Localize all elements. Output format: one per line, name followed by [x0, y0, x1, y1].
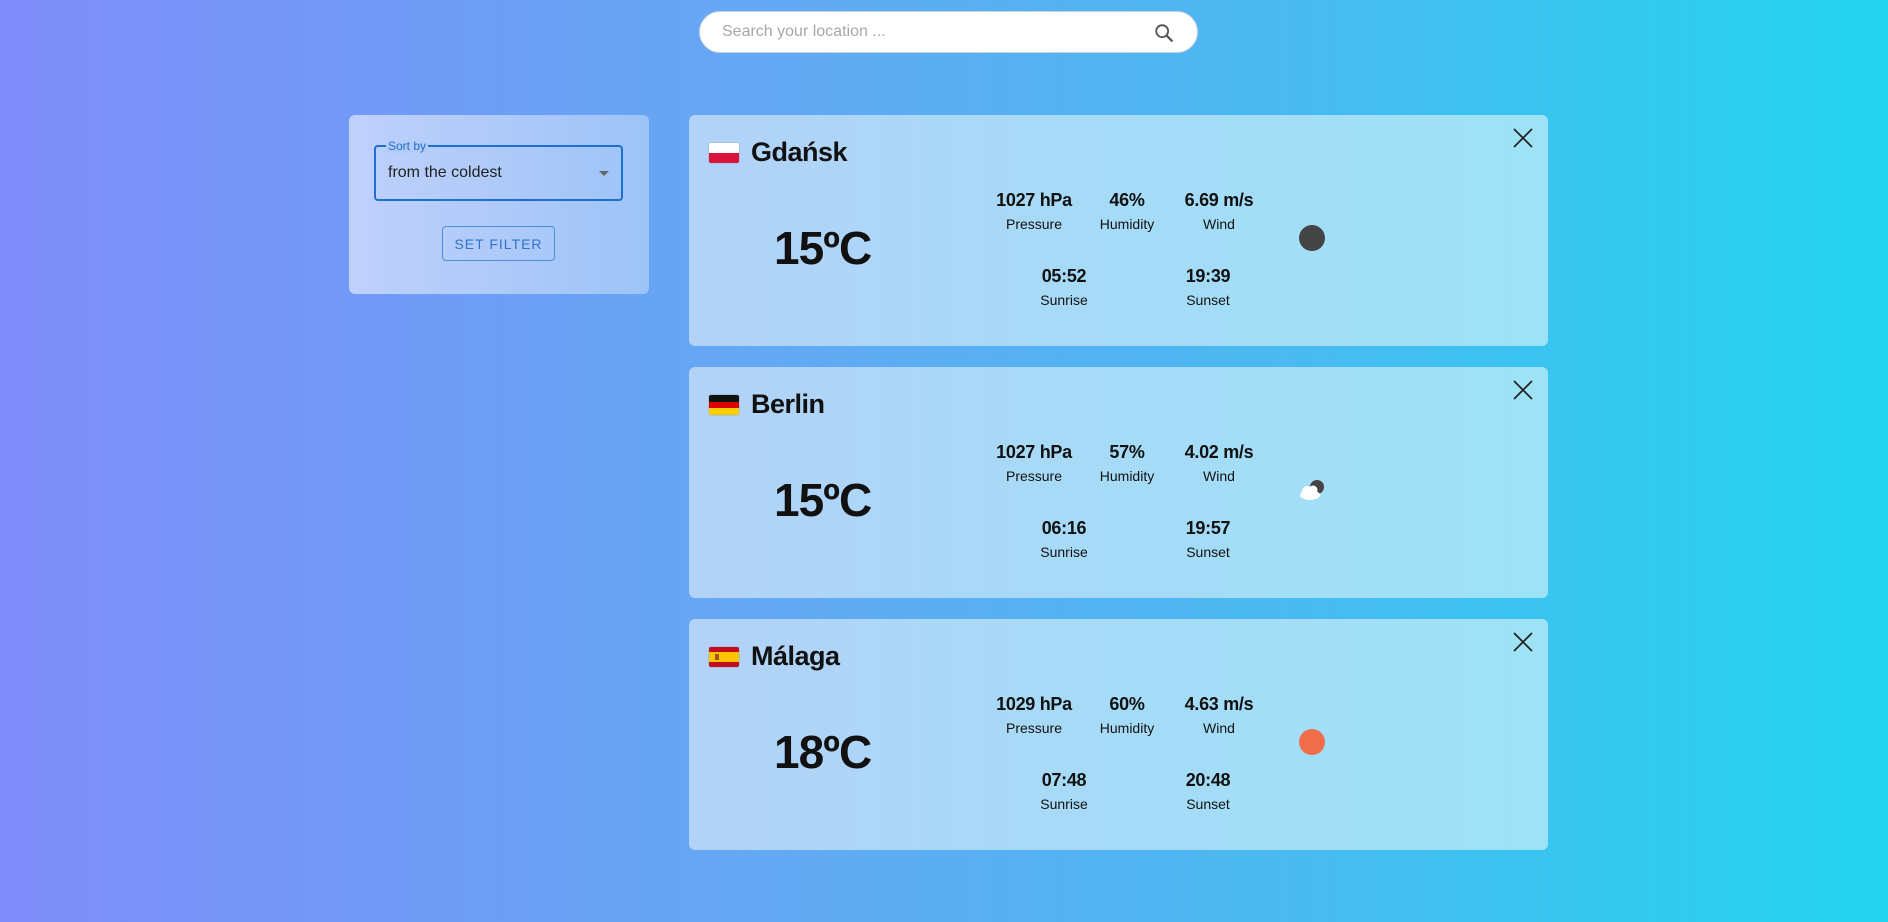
sort-select[interactable]: Sort by from the coldest: [374, 139, 623, 201]
clear-day-icon: [1299, 729, 1325, 755]
sunrise-value: 05:52: [1041, 266, 1087, 286]
wind-value: 6.69 m/s: [1184, 190, 1254, 210]
search-icon[interactable]: [1153, 22, 1175, 44]
city-name: Gdańsk: [751, 137, 848, 167]
poland-flag-icon: [709, 142, 739, 163]
spain-flag-icon: [709, 646, 739, 667]
set-filter-button[interactable]: SET FILTER: [442, 226, 555, 261]
city-header: Berlin: [709, 389, 825, 420]
filter-panel: Sort by from the coldest SET FILTER: [349, 115, 649, 294]
city-name: Berlin: [751, 389, 825, 419]
search-input[interactable]: [720, 16, 1144, 48]
wind-stat: 6.69 m/s Wind: [1164, 190, 1274, 232]
sunset-value: 19:57: [1185, 518, 1231, 538]
city-header: Málaga: [709, 641, 840, 672]
temperature: 15ºC: [774, 222, 872, 274]
weather-card: Berlin 15ºC 1027 hPa Pressure 57% Humidi…: [689, 367, 1548, 598]
sunrise-value: 06:16: [1041, 518, 1087, 538]
clear-night-icon: [1299, 225, 1325, 251]
temperature: 15ºC: [774, 474, 872, 526]
search-bar: [699, 11, 1198, 53]
city-header: Gdańsk: [709, 137, 848, 168]
sunset-value: 19:39: [1185, 266, 1231, 286]
sunrise-stat: 07:48 Sunrise: [1009, 770, 1119, 812]
germany-flag-icon: [709, 394, 739, 415]
sunrise-stat: 06:16 Sunrise: [1009, 518, 1119, 560]
partly-cloudy-night-icon: [1300, 480, 1324, 500]
dropdown-arrow-icon[interactable]: [599, 171, 609, 176]
weather-card: Gdańsk 15ºC 1027 hPa Pressure 46% Humidi…: [689, 115, 1548, 346]
sunset-value: 20:48: [1185, 770, 1231, 790]
sunset-stat: 19:39 Sunset: [1153, 266, 1263, 308]
sunrise-stat: 05:52 Sunrise: [1009, 266, 1119, 308]
weather-card: Málaga 18ºC 1029 hPa Pressure 60% Humidi…: [689, 619, 1548, 850]
sort-select-label: Sort by: [386, 139, 429, 153]
wind-value: 4.63 m/s: [1184, 694, 1254, 714]
sunset-label: Sunset: [1186, 544, 1230, 560]
sort-select-value: from the coldest: [388, 164, 502, 181]
sunset-stat: 20:48 Sunset: [1153, 770, 1263, 812]
wind-label: Wind: [1203, 468, 1235, 484]
wind-label: Wind: [1203, 720, 1235, 736]
sunset-label: Sunset: [1186, 292, 1230, 308]
sunset-stat: 19:57 Sunset: [1153, 518, 1263, 560]
wind-stat: 4.63 m/s Wind: [1164, 694, 1274, 736]
sunrise-value: 07:48: [1041, 770, 1087, 790]
sunrise-label: Sunrise: [1040, 292, 1088, 308]
close-icon[interactable]: [1512, 631, 1534, 653]
temperature: 18ºC: [774, 726, 872, 778]
wind-label: Wind: [1203, 216, 1235, 232]
close-icon[interactable]: [1512, 127, 1534, 149]
city-name: Málaga: [751, 641, 840, 671]
wind-stat: 4.02 m/s Wind: [1164, 442, 1274, 484]
sunrise-label: Sunrise: [1040, 796, 1088, 812]
sunset-label: Sunset: [1186, 796, 1230, 812]
sunrise-label: Sunrise: [1040, 544, 1088, 560]
close-icon[interactable]: [1512, 379, 1534, 401]
wind-value: 4.02 m/s: [1184, 442, 1254, 462]
